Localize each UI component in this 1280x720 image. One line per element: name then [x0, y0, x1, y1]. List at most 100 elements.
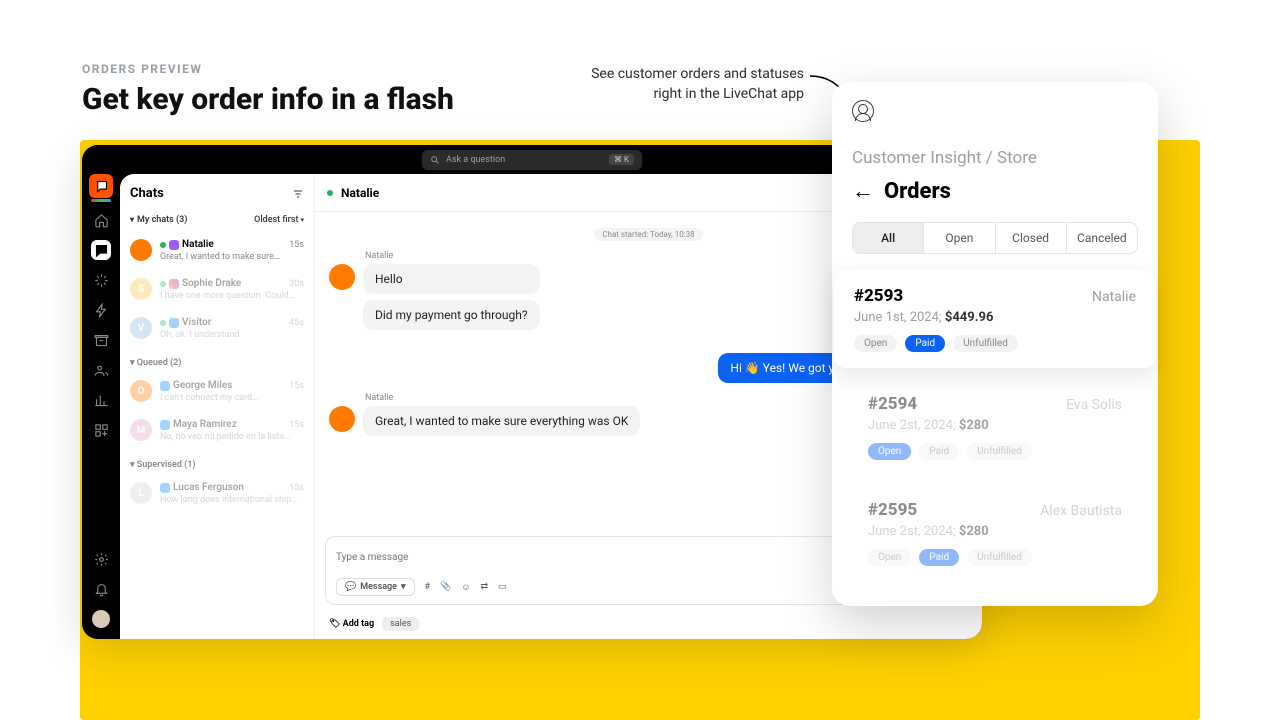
customer-avatar [329, 406, 355, 432]
chat-name: George Miles [173, 380, 232, 391]
home-icon[interactable] [91, 210, 111, 230]
channel-icon [169, 318, 179, 328]
engage-icon[interactable] [91, 270, 111, 290]
shuffle-icon[interactable]: ⇄ [481, 582, 489, 592]
channel-icon [160, 381, 170, 391]
chats-title: Chats [130, 186, 164, 201]
search-kbd: ⌘ K [609, 154, 634, 165]
chat-list-item[interactable]: S Sophie Drake30s I have one more questi… [120, 270, 314, 309]
chat-list-item[interactable]: L Lucas Ferguson15s How long does intern… [120, 474, 314, 513]
card-icon[interactable]: ▭ [498, 582, 507, 592]
order-customer: Eva Solis [1066, 397, 1122, 413]
supervised-toggle[interactable]: ▾ Supervised (1) [120, 450, 314, 474]
order-id: #2594 [868, 394, 917, 414]
order-id: #2595 [868, 500, 917, 520]
breadcrumb: Customer Insight / Store [852, 148, 1138, 168]
chat-started-label: Chat started: Today, 10:38 [594, 228, 702, 241]
nav-rail [82, 174, 120, 639]
chat-name: Visitor [182, 317, 211, 328]
queued-toggle[interactable]: ▾ Queued (2) [120, 348, 314, 372]
status-pill: Open [868, 549, 911, 566]
chat-name: Natalie [182, 239, 214, 250]
message-type-button[interactable]: 💬 Message ▾ [336, 578, 415, 596]
apps-icon[interactable] [91, 420, 111, 440]
chat-time: 15s [289, 240, 304, 250]
order-meta: June 2st, 2024; $280 [868, 524, 1122, 539]
chat-list-item[interactable]: M Maya Ramirez15s No, no veo mi pedido e… [120, 411, 314, 450]
app-logo[interactable] [89, 174, 113, 198]
status-pill: Paid [919, 443, 959, 460]
chat-name: Lucas Ferguson [173, 482, 244, 493]
emoji-icon[interactable]: ☺ [461, 582, 470, 593]
people-icon[interactable] [91, 360, 111, 380]
search-icon [430, 155, 440, 165]
orders-tabs: AllOpenClosedCanceled [852, 222, 1138, 254]
order-card[interactable]: #2595Alex Bautista June 2st, 2024; $280 … [852, 486, 1138, 580]
status-dot-icon [327, 190, 333, 196]
tab-all[interactable]: All [853, 223, 924, 253]
status-dot-icon [160, 320, 166, 326]
chat-preview: How long does international ship… [160, 495, 304, 505]
tab-canceled[interactable]: Canceled [1067, 223, 1137, 253]
order-card[interactable]: #2593Natalie June 1st, 2024; $449.96 Ope… [834, 270, 1156, 368]
status-pill: Paid [905, 335, 945, 352]
order-meta: June 2st, 2024; $280 [868, 418, 1122, 433]
eyebrow: ORDERS PREVIEW [82, 62, 202, 76]
avatar: O [130, 380, 152, 402]
chat-time: 15s [289, 420, 304, 430]
message-bubble: Did my payment go through? [363, 300, 540, 330]
status-pill: Unfulfilled [953, 335, 1018, 352]
channel-icon [169, 240, 179, 250]
bell-icon[interactable] [91, 579, 111, 599]
archive-icon[interactable] [91, 330, 111, 350]
order-meta: June 1st, 2024; $449.96 [854, 310, 1136, 325]
tab-closed[interactable]: Closed [996, 223, 1067, 253]
order-customer: Alex Bautista [1040, 503, 1122, 519]
customer-avatar [329, 264, 355, 290]
settings-icon[interactable] [91, 549, 111, 569]
chat-preview: Oh, ok. I understand [160, 330, 304, 340]
my-chats-toggle[interactable]: ▾My chats (3) [130, 215, 187, 225]
tab-open[interactable]: Open [924, 223, 995, 253]
reports-icon[interactable] [91, 390, 111, 410]
channel-icon [160, 420, 170, 430]
chat-time: 45s [289, 318, 304, 328]
status-pill: Unfulfilled [967, 549, 1032, 566]
filter-icon[interactable] [292, 188, 304, 200]
profile-avatar[interactable] [91, 609, 111, 629]
chat-preview: Great, I wanted to make sure… [160, 252, 304, 262]
chat-list-item[interactable]: V Visitor45s Oh, ok. I understand [120, 309, 314, 348]
tag-chip[interactable]: sales [382, 617, 419, 631]
add-tag-button[interactable]: 🏷 Add tag [329, 619, 374, 629]
status-dot-icon [160, 281, 166, 287]
message-bubble: Hello [363, 264, 540, 294]
channel-icon [160, 483, 170, 493]
headline: Get key order info in a flash [82, 82, 454, 117]
chat-preview: I can't connect my card… [160, 393, 304, 403]
lightning-icon[interactable] [91, 300, 111, 320]
panel-title: Orders [884, 179, 951, 204]
status-dot-icon [160, 242, 166, 248]
annotation: See customer orders and statuses right i… [564, 65, 804, 104]
chat-time: 15s [289, 483, 304, 493]
person-icon [852, 100, 874, 122]
chat-list-panel: Chats ▾My chats (3) Oldest first ▾ Natal… [120, 174, 315, 639]
chat-list-item[interactable]: Natalie 15s Great, I wanted to make sure… [120, 231, 314, 270]
chat-list-item[interactable]: O George Miles15s I can't connect my car… [120, 372, 314, 411]
status-pill: Open [868, 443, 911, 460]
chat-time: 30s [289, 279, 304, 289]
chat-name: Sophie Drake [182, 278, 241, 289]
chats-icon[interactable] [91, 240, 111, 260]
status-pill: Open [854, 335, 897, 352]
chat-preview: No, no veo mi pedido en la lista… [160, 432, 304, 442]
back-icon[interactable]: ← [852, 178, 874, 204]
status-pill: Paid [919, 549, 959, 566]
sort-dropdown[interactable]: Oldest first ▾ [254, 215, 304, 225]
attach-icon[interactable]: 📎 [440, 582, 451, 592]
order-card[interactable]: #2594 Eva Solis June 2st, 2024; $280 Open… [852, 380, 1138, 474]
search-bar[interactable]: Ask a question ⌘ K [422, 150, 642, 170]
hash-icon[interactable]: # [425, 582, 431, 592]
chat-name: Maya Ramirez [173, 419, 237, 430]
chat-preview: I have one more question. Could… [160, 291, 304, 301]
status-pill: Unfulfilled [967, 443, 1032, 460]
